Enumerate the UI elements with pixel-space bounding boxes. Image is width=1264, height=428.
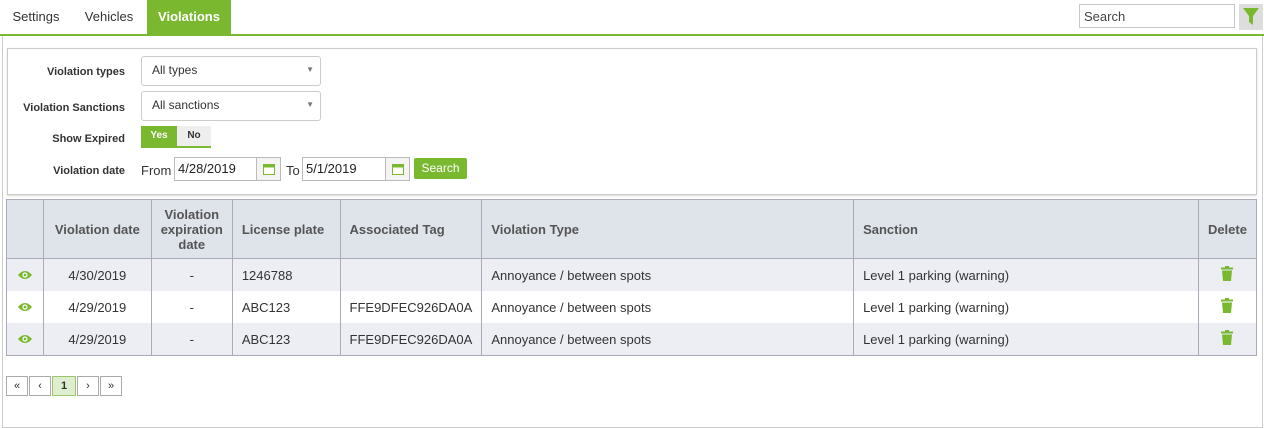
view-button[interactable] <box>6 323 44 356</box>
to-date-input[interactable]: 5/1/2019 <box>302 157 386 181</box>
violation-sanctions-label: Violation Sanctions <box>23 102 125 114</box>
filter-icon <box>1243 8 1259 25</box>
delete-button[interactable] <box>1197 291 1258 323</box>
column-header-violation-type[interactable]: Violation Type <box>481 199 855 259</box>
column-header-associated-tag[interactable]: Associated Tag <box>339 199 483 259</box>
violation-types-select[interactable]: All types ▼ <box>141 56 321 86</box>
trash-icon <box>1221 266 1234 281</box>
violations-table: Violation date Violation expiration date… <box>6 199 1258 356</box>
cell-expiration-date: - <box>150 323 233 356</box>
to-label: To <box>286 163 300 178</box>
eye-icon <box>17 302 32 311</box>
view-button[interactable] <box>6 258 44 291</box>
cell-associated-tag: FFE9DFEC926DA0A <box>339 291 483 323</box>
pagination: « ‹ 1 › » <box>6 376 123 396</box>
filter-toggle-button[interactable] <box>1239 4 1263 30</box>
column-header-view <box>6 199 44 259</box>
violation-sanctions-select[interactable]: All sanctions ▼ <box>141 91 321 121</box>
cell-sanction: Level 1 parking (warning) <box>853 291 1199 323</box>
chevron-down-icon: ▼ <box>306 65 314 74</box>
cell-violation-date: 4/29/2019 <box>42 291 152 323</box>
tab-settings[interactable]: Settings <box>2 0 70 34</box>
cell-violation-date: 4/30/2019 <box>42 258 152 291</box>
to-date-picker-button[interactable] <box>386 157 410 181</box>
page-number-button[interactable]: 1 <box>52 376 76 396</box>
cell-license-plate: 1246788 <box>231 258 341 291</box>
cell-expiration-date: - <box>150 291 233 323</box>
cell-associated-tag <box>339 258 483 291</box>
cell-expiration-date: - <box>150 258 233 291</box>
cell-violation-type: Annoyance / between spots <box>481 323 855 356</box>
column-header-violation-date[interactable]: Violation date <box>42 199 152 259</box>
show-expired-toggle: Yes No <box>141 126 211 148</box>
from-label: From <box>141 163 172 178</box>
column-header-expiration-date[interactable]: Violation expiration date <box>150 199 233 259</box>
cell-license-plate: ABC123 <box>231 291 341 323</box>
column-header-delete: Delete <box>1197 199 1258 259</box>
eye-icon <box>17 334 32 343</box>
table-row: 4/29/2019 - ABC123 FFE9DFEC926DA0A Annoy… <box>6 291 1258 323</box>
trash-icon <box>1221 298 1234 313</box>
search-input[interactable] <box>1079 4 1235 28</box>
last-page-button[interactable]: » <box>100 376 122 396</box>
delete-button[interactable] <box>1197 323 1258 356</box>
calendar-icon <box>391 164 404 175</box>
show-expired-yes[interactable]: Yes <box>141 126 177 146</box>
calendar-icon <box>262 164 275 175</box>
cell-violation-type: Annoyance / between spots <box>481 258 855 291</box>
table-header-row: Violation date Violation expiration date… <box>6 199 1258 259</box>
show-expired-label: Show Expired <box>52 133 125 145</box>
cell-license-plate: ABC123 <box>231 323 341 356</box>
from-date-input[interactable]: 4/28/2019 <box>174 157 257 181</box>
trash-icon <box>1221 330 1234 345</box>
tab-vehicles[interactable]: Vehicles <box>74 0 144 34</box>
first-page-button[interactable]: « <box>6 376 28 396</box>
column-header-sanction[interactable]: Sanction <box>853 199 1199 259</box>
violation-types-value: All types <box>152 63 198 77</box>
delete-button[interactable] <box>1197 258 1258 291</box>
cell-sanction: Level 1 parking (warning) <box>853 258 1199 291</box>
next-page-button[interactable]: › <box>77 376 99 396</box>
table-row: 4/30/2019 - 1246788 Annoyance / between … <box>6 258 1258 291</box>
chevron-down-icon: ▼ <box>306 100 314 109</box>
tab-bar: Settings Vehicles Violations <box>0 0 1264 36</box>
cell-associated-tag: FFE9DFEC926DA0A <box>339 323 483 356</box>
cell-sanction: Level 1 parking (warning) <box>853 323 1199 356</box>
violation-sanctions-value: All sanctions <box>152 98 220 112</box>
tab-violations[interactable]: Violations <box>147 0 231 34</box>
column-header-license-plate[interactable]: License plate <box>231 199 341 259</box>
prev-page-button[interactable]: ‹ <box>29 376 51 396</box>
table-row: 4/29/2019 - ABC123 FFE9DFEC926DA0A Annoy… <box>6 323 1258 356</box>
view-button[interactable] <box>6 291 44 323</box>
violation-date-label: Violation date <box>53 165 125 177</box>
cell-violation-type: Annoyance / between spots <box>481 291 855 323</box>
eye-icon <box>17 270 32 279</box>
cell-violation-date: 4/29/2019 <box>42 323 152 356</box>
filter-search-button[interactable]: Search <box>414 158 467 179</box>
show-expired-no[interactable]: No <box>177 126 211 146</box>
from-date-picker-button[interactable] <box>257 157 281 181</box>
violation-types-label: Violation types <box>46 66 125 78</box>
